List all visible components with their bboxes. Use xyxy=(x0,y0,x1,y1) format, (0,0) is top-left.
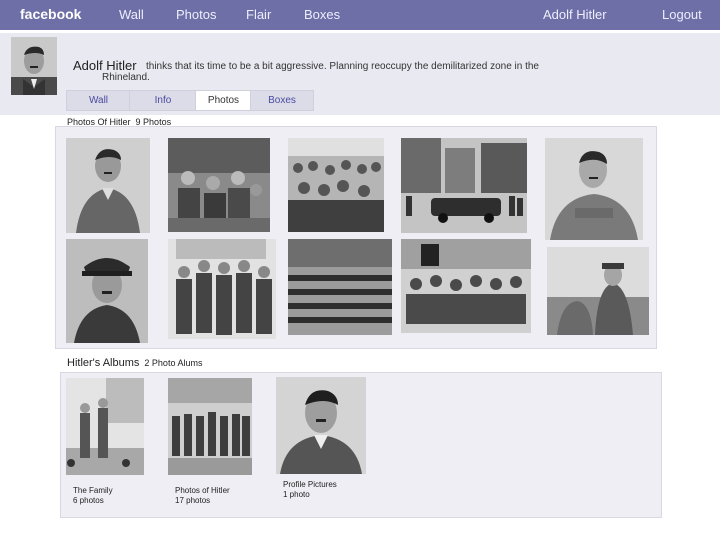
photo-3[interactable] xyxy=(288,138,384,232)
album-hitler-name[interactable]: Photos of Hitler xyxy=(175,486,230,496)
photo-7[interactable] xyxy=(168,239,276,339)
nav-user-name[interactable]: Adolf Hitler xyxy=(543,7,607,22)
album-hitler-count: 17 photos xyxy=(175,496,211,505)
albums-count: 2 Photo Alums xyxy=(144,358,203,368)
nav-boxes[interactable]: Boxes xyxy=(304,7,340,22)
photo-4[interactable] xyxy=(401,138,527,233)
status-text-line2: Rhineland. xyxy=(102,72,150,83)
profile-name[interactable]: Adolf Hitler xyxy=(73,58,137,73)
photo-9[interactable] xyxy=(401,239,531,333)
photo-8[interactable] xyxy=(288,239,392,335)
nav-photos[interactable]: Photos xyxy=(176,7,216,22)
album-cover-profile-pictures[interactable] xyxy=(276,377,366,474)
photo-10[interactable] xyxy=(547,247,649,335)
profile-avatar[interactable] xyxy=(11,37,57,95)
album-family-count: 6 photos xyxy=(73,496,104,505)
nav-wall[interactable]: Wall xyxy=(119,7,144,22)
album-cover-family[interactable] xyxy=(66,378,144,475)
photo-6[interactable] xyxy=(66,239,148,343)
album-cover-photos-of-hitler[interactable] xyxy=(168,378,252,475)
top-nav-bar: facebook Wall Photos Flair Boxes Adolf H… xyxy=(0,0,720,30)
logout-link[interactable]: Logout xyxy=(662,7,702,22)
photo-2[interactable] xyxy=(168,138,270,232)
album-profile-name[interactable]: Profile Pictures xyxy=(283,480,337,490)
tab-photos[interactable]: Photos xyxy=(195,90,252,111)
brand-logo[interactable]: facebook xyxy=(20,6,81,22)
albums-section-title: Hitler's Albums 2 Photo Alums xyxy=(67,357,202,369)
photo-1[interactable] xyxy=(66,138,150,233)
albums-title: Hitler's Albums xyxy=(67,357,140,369)
tab-wall[interactable]: Wall xyxy=(66,90,131,111)
tab-info[interactable]: Info xyxy=(129,90,197,111)
album-family-name[interactable]: The Family xyxy=(73,486,113,496)
photo-5[interactable] xyxy=(545,138,643,240)
tab-boxes[interactable]: Boxes xyxy=(250,90,314,111)
album-profile-caption[interactable]: Profile Pictures 1 photo xyxy=(283,480,337,500)
album-profile-count: 1 photo xyxy=(283,490,310,499)
album-family-caption[interactable]: The Family 6 photos xyxy=(73,486,113,506)
album-hitler-caption[interactable]: Photos of Hitler 17 photos xyxy=(175,486,230,506)
status-text-line1: thinks that its time to be a bit aggress… xyxy=(146,61,539,72)
nav-flair[interactable]: Flair xyxy=(246,7,271,22)
